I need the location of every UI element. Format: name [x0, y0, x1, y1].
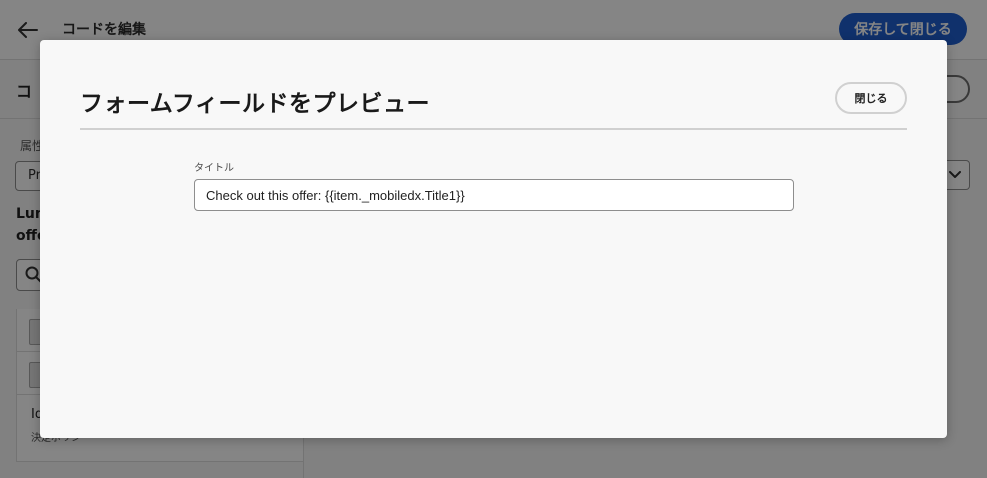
title-field-label: タイトル [194, 163, 234, 174]
dialog-title: フォームフィールドをプレビュー [80, 91, 430, 117]
close-button[interactable]: 閉じる [835, 82, 907, 114]
dialog-divider [80, 128, 907, 130]
preview-dialog: フォームフィールドをプレビュー 閉じる タイトル [40, 40, 947, 438]
title-field[interactable] [194, 179, 794, 211]
